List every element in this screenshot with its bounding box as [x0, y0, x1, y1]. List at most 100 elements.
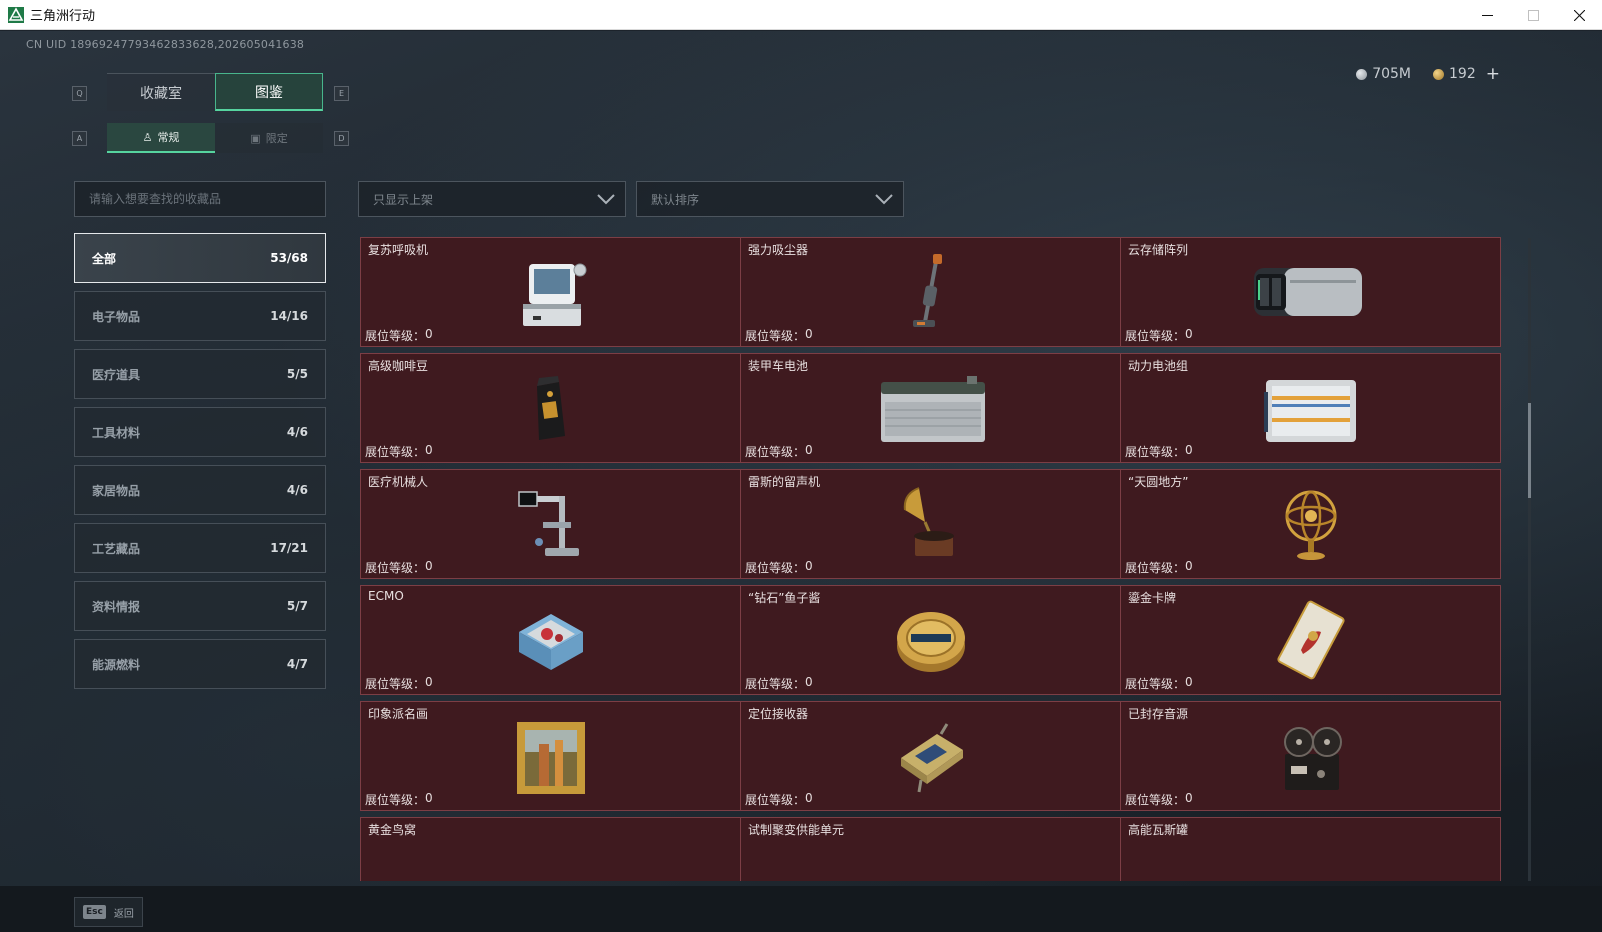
close-button[interactable]: [1556, 0, 1602, 30]
exhibit-level: 展位等级： 0: [365, 443, 433, 460]
main-tabs: 收藏室 图鉴: [107, 73, 323, 111]
armillary-sphere-icon: [1285, 490, 1337, 560]
exhibit-level: 展位等级： 0: [1125, 791, 1193, 808]
collection-card[interactable]: “钻石”鱼子酱 展位等级： 0: [740, 585, 1121, 695]
sub-tabs: ♙ 常规 ▣ 限定: [107, 123, 323, 153]
shelf-filter-value: 只显示上架: [373, 192, 434, 207]
category-all[interactable]: 全部 53/68: [74, 233, 326, 283]
collection-card[interactable]: 复苏呼吸机 展位等级： 0: [360, 237, 741, 347]
category-count: 53/68: [270, 251, 308, 265]
level-value: 0: [425, 675, 433, 689]
level-value: 0: [425, 559, 433, 573]
level-label: 展位等级：: [365, 677, 426, 691]
collection-card[interactable]: ECMO 展位等级： 0: [360, 585, 741, 695]
category-medical[interactable]: 医疗道具 5/5: [74, 349, 326, 399]
search-input[interactable]: [75, 182, 325, 216]
level-label: 展位等级：: [365, 445, 426, 459]
back-button[interactable]: Esc 返回: [74, 897, 143, 927]
category-intel[interactable]: 资料情报 5/7: [74, 581, 326, 631]
item-name: 云存储阵列: [1128, 243, 1189, 257]
level-label: 展位等级：: [1125, 561, 1186, 575]
framed-painting-icon: [517, 722, 585, 794]
collection-card[interactable]: 鎏金卡牌 展位等级： 0: [1120, 585, 1501, 695]
level-label: 展位等级：: [745, 445, 806, 459]
shelf-filter-dropdown[interactable]: 只显示上架: [358, 181, 626, 217]
ecmo-machine-icon: [519, 614, 583, 670]
subtab-limited[interactable]: ▣ 限定: [215, 123, 323, 153]
level-label: 展位等级：: [365, 793, 426, 807]
item-name: “天圆地方”: [1128, 475, 1189, 489]
level-value: 0: [1185, 327, 1193, 341]
item-name: 定位接收器: [748, 707, 809, 721]
collection-card[interactable]: 装甲车电池 展位等级： 0: [740, 353, 1121, 463]
battery-pack-icon: [1264, 380, 1356, 442]
app-logo-icon: [8, 6, 24, 23]
keyhint-a: A: [72, 131, 87, 146]
item-name: 试制聚变供能单元: [748, 823, 845, 837]
chevron-down-icon: [597, 194, 615, 205]
category-label: 医疗道具: [92, 367, 141, 382]
minimize-icon: [1481, 14, 1493, 16]
level-value: 0: [1185, 559, 1193, 573]
sort-dropdown[interactable]: 默认排序: [636, 181, 904, 217]
level-label: 展位等级：: [365, 329, 426, 343]
gold-coin-icon: [1433, 68, 1445, 80]
scrollbar-thumb[interactable]: [1528, 403, 1531, 498]
category-label: 工艺藏品: [92, 541, 141, 556]
reel-recorder-icon: [1284, 727, 1342, 790]
minimize-button[interactable]: [1464, 0, 1510, 30]
medical-robot-icon: [518, 491, 579, 556]
collection-card[interactable]: 高级咖啡豆 展位等级： 0: [360, 353, 741, 463]
category-count: 17/21: [270, 541, 308, 555]
collection-card[interactable]: 定位接收器 展位等级： 0: [740, 701, 1121, 811]
category-count: 4/6: [286, 425, 308, 439]
item-name: 印象派名画: [368, 707, 429, 721]
level-value: 0: [805, 327, 813, 341]
collection-card[interactable]: 云存储阵列 展位等级： 0: [1120, 237, 1501, 347]
subtab-regular[interactable]: ♙ 常规: [107, 123, 215, 153]
collection-card[interactable]: 雷斯的留声机 展位等级： 0: [740, 469, 1121, 579]
category-crafts[interactable]: 工艺藏品 17/21: [74, 523, 326, 573]
item-name: 动力电池组: [1128, 359, 1189, 373]
currency-bar: 705M 192 +: [1356, 64, 1500, 84]
level-value: 0: [1185, 675, 1193, 689]
category-energy[interactable]: 能源燃料 4/7: [74, 639, 326, 689]
collection-card[interactable]: 强力吸尘器 展位等级： 0: [740, 237, 1121, 347]
subtab-limited-label: 限定: [265, 132, 288, 145]
collection-card[interactable]: “天圆地方” 展位等级： 0: [1120, 469, 1501, 579]
car-battery-icon: [881, 376, 985, 442]
collection-card[interactable]: 动力电池组 展位等级： 0: [1120, 353, 1501, 463]
exhibit-level: 展位等级： 0: [1125, 559, 1193, 576]
add-currency-button[interactable]: +: [1486, 64, 1500, 84]
category-label: 资料情报: [92, 599, 141, 614]
category-electronics[interactable]: 电子物品 14/16: [74, 291, 326, 341]
level-label: 展位等级：: [1125, 793, 1186, 807]
keyhint-d: D: [334, 131, 349, 146]
item-name: 医疗机械人: [368, 475, 429, 489]
level-value: 0: [805, 443, 813, 457]
collection-card[interactable]: 试制聚变供能单元: [740, 817, 1121, 881]
category-count: 4/6: [286, 483, 308, 497]
tab-collection-room[interactable]: 收藏室: [107, 73, 215, 111]
item-name: 鎏金卡牌: [1128, 591, 1177, 605]
subtab-regular-label: 常规: [157, 131, 180, 144]
collection-card[interactable]: 黄金鸟窝: [360, 817, 741, 881]
exhibit-level: 展位等级： 0: [745, 675, 813, 692]
collection-card[interactable]: 医疗机械人 展位等级： 0: [360, 469, 741, 579]
tab-catalog[interactable]: 图鉴: [215, 73, 323, 111]
close-icon: [1573, 9, 1585, 21]
collection-card[interactable]: 印象派名画 展位等级： 0: [360, 701, 741, 811]
collection-card[interactable]: 已封存音源 展位等级： 0: [1120, 701, 1501, 811]
maximize-button[interactable]: [1510, 0, 1556, 30]
category-household[interactable]: 家居物品 4/6: [74, 465, 326, 515]
gramophone-icon: [903, 487, 954, 556]
category-count: 5/5: [286, 367, 308, 381]
collection-card[interactable]: 高能瓦斯罐: [1120, 817, 1501, 881]
gold-amount: 192: [1449, 66, 1476, 82]
category-label: 电子物品: [92, 309, 141, 324]
figure-icon: ♙: [142, 130, 153, 144]
level-value: 0: [805, 559, 813, 573]
exhibit-level: 展位等级： 0: [1125, 327, 1193, 344]
grid-scrollbar[interactable]: [1528, 238, 1531, 881]
category-tools[interactable]: 工具材料 4/6: [74, 407, 326, 457]
